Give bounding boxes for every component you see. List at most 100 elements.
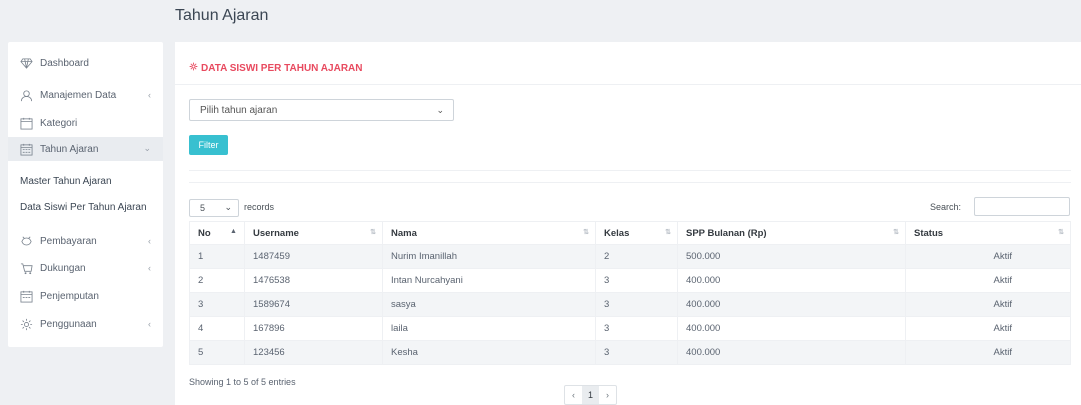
column-header-no[interactable]: No ▲: [189, 221, 245, 245]
chevron-down-icon: ⌄: [436, 105, 444, 115]
cart-icon: [19, 261, 33, 275]
sidebar-item-tahun-ajaran[interactable]: Tahun Ajaran ⌄: [8, 137, 163, 161]
sidebar-item-kategori[interactable]: Kategori: [8, 112, 163, 134]
cell-spp: 500.000: [677, 244, 906, 269]
cell-kelas: 3: [595, 268, 678, 293]
sidebar-item-label: Dukungan: [40, 262, 86, 274]
cell-spp: 400.000: [677, 268, 906, 293]
cell-kelas: 3: [595, 292, 678, 317]
sidebar-item-label: Dashboard: [40, 57, 89, 69]
cell-status: Aktif: [905, 244, 1071, 269]
table-row: 1 1487459 Nurim Imanillah 2 500.000 Akti…: [189, 244, 1071, 269]
gear-icon: [19, 317, 33, 331]
gear-icon: [189, 62, 198, 74]
filter-button[interactable]: Filter: [189, 135, 228, 155]
length-value: 5: [200, 203, 206, 213]
cell-no: 1: [189, 244, 245, 269]
sort-icon: ⇅: [665, 229, 671, 236]
cell-nama: Nurim Imanillah: [382, 244, 596, 269]
chevron-left-icon: ‹: [148, 236, 151, 246]
sidebar-item-penjemputan[interactable]: Penjemputan: [8, 285, 163, 307]
cell-no: 5: [189, 340, 245, 365]
sidebar-item-label: Penggunaan: [40, 318, 97, 330]
cell-spp: 400.000: [677, 292, 906, 317]
sidebar: Dashboard Manajemen Data ‹ Kategori Tahu…: [8, 42, 163, 347]
sort-icon: ⇅: [893, 229, 899, 236]
card-title: DATA SISWI PER TAHUN AJARAN: [189, 62, 362, 74]
sidebar-item-pembayaran[interactable]: Pembayaran ‹: [8, 230, 163, 252]
calendar-icon: [19, 116, 33, 130]
sidebar-item-dukungan[interactable]: Dukungan ‹: [8, 257, 163, 279]
pagination: ‹ 1 ›: [564, 385, 617, 405]
cell-nama: Kesha: [382, 340, 596, 365]
pagination-prev-button[interactable]: ‹: [565, 386, 582, 404]
sidebar-item-label: Pembayaran: [40, 235, 97, 247]
cell-status: Aktif: [905, 292, 1071, 317]
chevron-down-icon: ⌄: [224, 202, 232, 212]
column-header-kelas[interactable]: Kelas ⇅: [595, 221, 678, 245]
pagination-next-button[interactable]: ›: [599, 386, 616, 404]
cell-status: Aktif: [905, 268, 1071, 293]
cell-status: Aktif: [905, 340, 1071, 365]
cell-nama: Intan Nurcahyani: [382, 268, 596, 293]
sort-asc-icon: ▲: [230, 228, 237, 235]
chevron-left-icon: ‹: [148, 319, 151, 329]
cell-spp: 400.000: [677, 316, 906, 341]
cell-no: 4: [189, 316, 245, 341]
sidebar-subitem-master-tahun-ajaran[interactable]: Master Tahun Ajaran: [20, 176, 112, 187]
sort-icon: ⇅: [583, 229, 589, 236]
table-row: 4 167896 laila 3 400.000 Aktif: [189, 316, 1071, 341]
search-input[interactable]: [974, 197, 1070, 216]
cell-username: 167896: [244, 316, 383, 341]
column-header-spp[interactable]: SPP Bulanan (Rp) ⇅: [677, 221, 906, 245]
cell-no: 3: [189, 292, 245, 317]
table-row: 3 1589674 sasya 3 400.000 Aktif: [189, 292, 1071, 317]
table-info: Showing 1 to 5 of 5 entries: [189, 377, 296, 387]
cell-kelas: 2: [595, 244, 678, 269]
sidebar-item-label: Penjemputan: [40, 290, 99, 302]
column-header-username[interactable]: Username ⇅: [244, 221, 383, 245]
sidebar-item-dashboard[interactable]: Dashboard: [8, 52, 163, 74]
calendar-grid-icon: [19, 142, 33, 156]
data-table: No ▲ Username ⇅ Nama ⇅ Kelas ⇅ SPP Bulanan (…: [189, 221, 1071, 365]
sidebar-item-label: Manajemen Data: [40, 89, 117, 101]
cell-nama: sasya: [382, 292, 596, 317]
sidebar-subitem-data-siswi[interactable]: Data Siswi Per Tahun Ajaran: [20, 202, 147, 213]
card-title-text: DATA SISWI PER TAHUN AJARAN: [201, 62, 363, 74]
diamond-icon: [19, 56, 33, 70]
cell-spp: 400.000: [677, 340, 906, 365]
top-bar: Tahun Ajaran: [0, 0, 1081, 33]
sidebar-item-label: Tahun Ajaran: [40, 143, 99, 155]
cell-username: 1589674: [244, 292, 383, 317]
select-value: Pilih tahun ajaran: [200, 105, 278, 116]
cell-username: 123456: [244, 340, 383, 365]
calendar-grid-icon: [19, 289, 33, 303]
cell-kelas: 3: [595, 340, 678, 365]
page-title: Tahun Ajaran: [175, 7, 269, 24]
search-label: Search:: [930, 202, 962, 212]
column-header-status[interactable]: Status ⇅: [905, 221, 1071, 245]
pagination-page-button[interactable]: 1: [582, 386, 599, 404]
chevron-down-icon: ⌄: [143, 143, 151, 153]
table-row: 2 1476538 Intan Nurcahyani 3 400.000 Akt…: [189, 268, 1071, 293]
divider: [189, 170, 1071, 171]
records-length-select[interactable]: 5 ⌄: [189, 199, 239, 217]
card-header: DATA SISWI PER TAHUN AJARAN: [175, 42, 1081, 85]
records-label: records: [244, 202, 275, 212]
table-header-row: No ▲ Username ⇅ Nama ⇅ Kelas ⇅ SPP Bulanan (…: [189, 221, 1071, 245]
column-header-nama[interactable]: Nama ⇅: [382, 221, 596, 245]
cell-no: 2: [189, 268, 245, 293]
cell-username: 1487459: [244, 244, 383, 269]
cell-nama: laila: [382, 316, 596, 341]
wallet-icon: [19, 234, 33, 248]
divider: [189, 182, 1071, 183]
sidebar-item-manajemen-data[interactable]: Manajemen Data ‹: [8, 84, 163, 106]
table-row: 5 123456 Kesha 3 400.000 Aktif: [189, 340, 1071, 365]
content-card: DATA SISWI PER TAHUN AJARAN Pilih tahun …: [175, 42, 1081, 405]
sort-icon: ⇅: [370, 229, 376, 236]
cell-username: 1476538: [244, 268, 383, 293]
tahun-ajaran-select[interactable]: Pilih tahun ajaran ⌄: [189, 99, 454, 121]
sidebar-item-penggunaan[interactable]: Penggunaan ‹: [8, 313, 163, 335]
cell-status: Aktif: [905, 316, 1071, 341]
chevron-left-icon: ‹: [148, 90, 151, 100]
